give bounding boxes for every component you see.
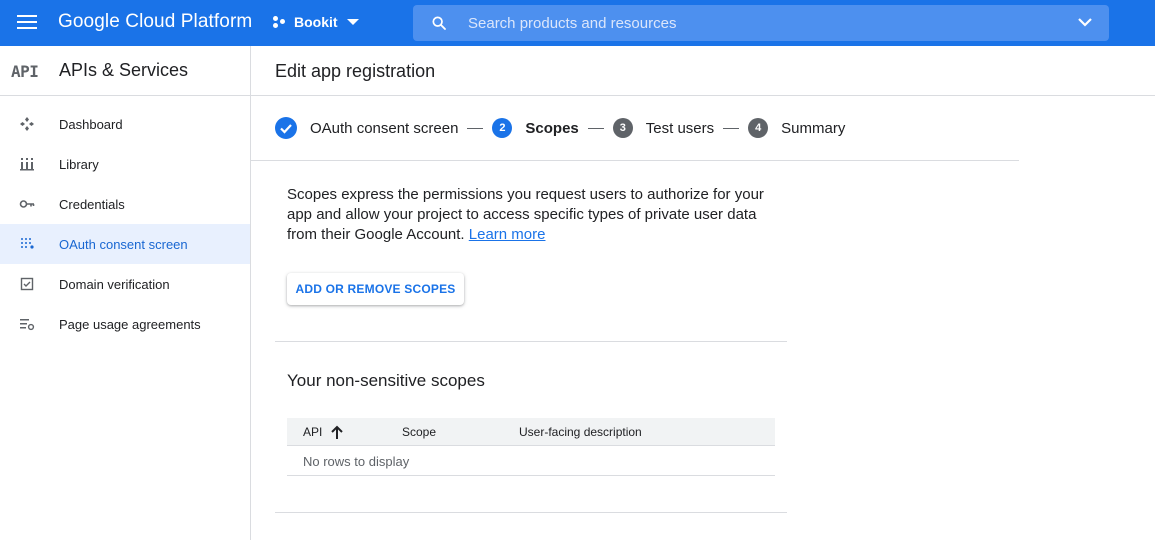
column-header-description[interactable]: User-facing description [519,425,642,439]
column-header-api[interactable]: API [303,425,322,439]
step-separator [723,127,740,129]
page-header: Edit app registration [251,46,1155,96]
step-scopes[interactable]: Scopes [525,120,578,137]
sidebar-item-domain-verification[interactable]: Domain verification [0,264,250,304]
sidebar-header: API APIs & Services [0,46,250,96]
sidebar-item-label: Library [59,156,99,172]
menu-icon[interactable] [17,15,37,31]
scopes-table: API Scope User-facing description No row… [287,418,775,476]
top-app-bar: Google Cloud Platform Bookit [0,0,1155,46]
section-title: Your non-sensitive scopes [287,371,485,390]
sidebar-item-credentials[interactable]: Credentials [0,184,250,224]
chevron-down-icon [346,19,359,25]
table-row: No rows to display [287,446,775,476]
page-title: Edit app registration [275,61,436,81]
divider [251,160,1019,161]
sidebar-item-label: Page usage agreements [59,316,201,332]
sidebar-item-label: OAuth consent screen [59,236,188,252]
settings-list-icon [20,319,35,331]
sidebar-item-dashboard[interactable]: Dashboard [0,104,250,144]
add-remove-scopes-button[interactable]: ADD OR REMOVE SCOPES [287,273,464,305]
divider [275,512,787,513]
key-icon [19,200,35,208]
search-bar[interactable] [413,5,1109,41]
step-separator [587,127,604,129]
step-oauth-consent-screen[interactable]: OAuth consent screen [310,120,458,137]
sidebar-item-page-usage-agreements[interactable]: Page usage agreements [0,304,250,344]
sidebar-item-label: Domain verification [59,276,170,292]
step-number-badge: 2 [492,118,513,138]
column-header-scope[interactable]: Scope [402,425,436,439]
empty-table-message: No rows to display [303,454,410,469]
step-summary[interactable]: Summary [781,120,845,137]
learn-more-link[interactable]: Learn more [469,226,546,243]
scopes-description: Scopes express the permissions you reque… [287,185,777,245]
search-icon [432,16,446,30]
sidebar-item-label: Credentials [59,196,125,212]
step-number-badge: 3 [612,118,633,138]
brand-title[interactable]: Google Cloud Platform [58,11,252,33]
sidebar-item-oauth-consent-screen[interactable]: OAuth consent screen [0,224,250,264]
sort-ascending-icon[interactable] [330,424,344,440]
library-icon [20,158,34,171]
sidebar-title: APIs & Services [59,60,189,80]
step-number-badge: 4 [748,118,769,138]
checkbox-icon [20,277,34,291]
sidebar-item-library[interactable]: Library [0,144,250,184]
expand-search-icon[interactable] [1077,16,1093,28]
project-selector[interactable]: Bookit [273,14,359,30]
sidebar-nav: Dashboard Library Credentials OAuth cons… [0,104,250,344]
divider [275,341,787,342]
table-header: API Scope User-facing description [287,418,775,446]
main-content: Edit app registration OAuth consent scre… [251,46,1155,540]
project-dots-icon [273,15,287,29]
sidebar-item-label: Dashboard [59,116,123,132]
consent-icon [21,238,34,249]
api-logo-icon: API [11,62,39,81]
step-test-users[interactable]: Test users [646,120,714,137]
stepper: OAuth consent screen 2 Scopes 3 Test use… [275,116,845,140]
dashboard-icon [20,117,34,131]
project-name: Bookit [294,14,338,30]
sidebar: API APIs & Services Dashboard Library Cr… [0,46,251,540]
search-input[interactable] [468,5,1068,41]
check-circle-icon [275,117,297,139]
step-separator [467,127,484,129]
